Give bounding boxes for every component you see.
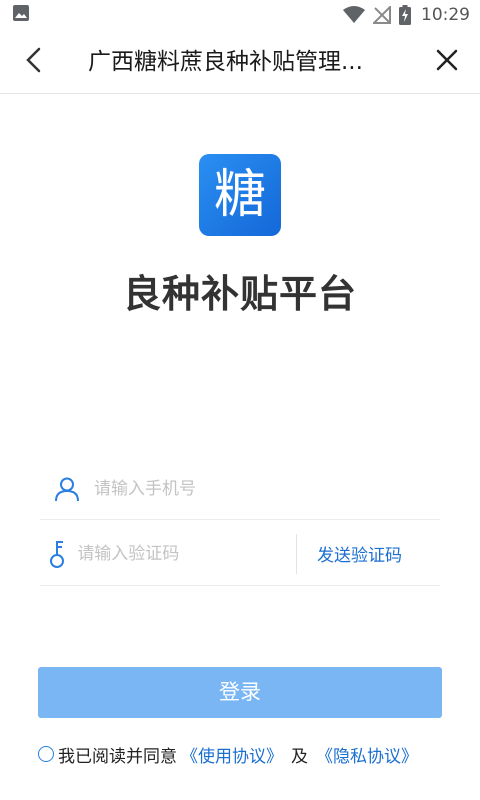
platform-title: 良种补贴平台 <box>122 272 357 316</box>
no-signal-icon <box>373 6 391 24</box>
user-icon <box>40 476 94 502</box>
status-bar: 10:29 <box>0 0 480 30</box>
status-time: 10:29 <box>421 5 470 25</box>
logo-glyph: 糖 <box>213 165 266 225</box>
agreement-and: 及 <box>291 746 308 767</box>
code-divider <box>296 533 297 574</box>
phone-input[interactable] <box>94 469 440 509</box>
agree-checkbox[interactable] <box>38 746 54 762</box>
battery-charging-icon <box>399 5 411 25</box>
back-arrow-icon <box>25 47 41 77</box>
send-code-button[interactable]: 发送验证码 <box>317 541 402 566</box>
agreement-row: 我已阅读并同意 《使用协议》 及 《隐私协议》 <box>38 740 418 768</box>
page-title: 广西糖料蔗良种补贴管理... <box>88 49 363 75</box>
agreement-text: 我已阅读并同意 <box>58 746 177 767</box>
verification-code-input[interactable] <box>77 533 297 574</box>
terms-link[interactable]: 《使用协议》 <box>181 742 283 767</box>
privacy-link[interactable]: 《隐私协议》 <box>316 742 418 767</box>
close-button[interactable] <box>414 30 480 94</box>
login-button[interactable]: 登录 <box>38 667 442 718</box>
wifi-icon <box>343 6 365 24</box>
app-bar: 广西糖料蔗良种补贴管理... <box>0 30 480 94</box>
code-row: 发送验证码 <box>40 522 440 586</box>
back-button[interactable] <box>0 30 66 94</box>
app-logo: 糖 <box>199 154 281 236</box>
key-icon <box>40 539 77 569</box>
status-icons: 10:29 <box>343 5 470 25</box>
image-icon <box>12 4 30 27</box>
phone-row <box>40 459 440 520</box>
close-icon <box>436 49 458 75</box>
